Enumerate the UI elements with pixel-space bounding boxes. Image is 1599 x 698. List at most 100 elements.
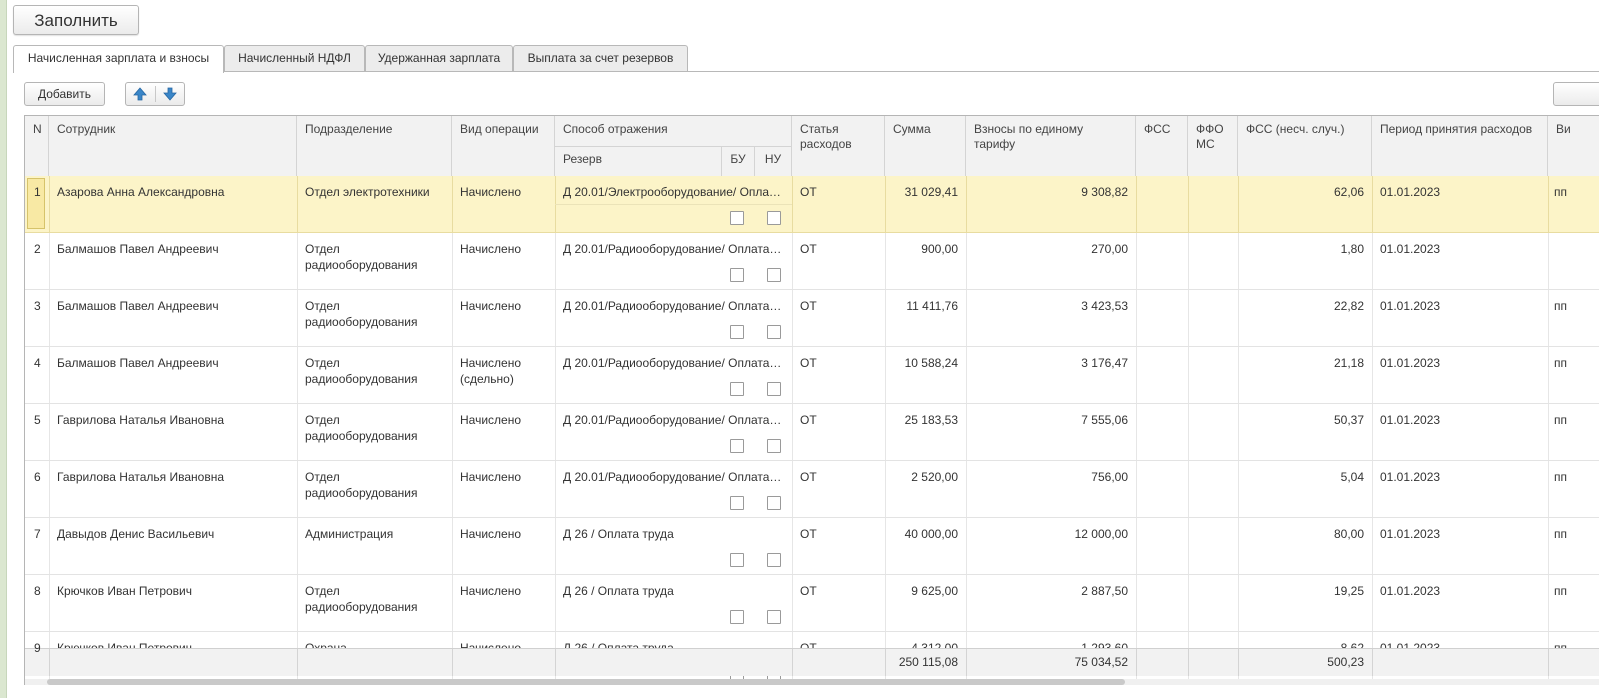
row-reflection[interactable]: Д 20.01/Радиооборудование/ Оплата труда <box>555 461 792 489</box>
row-fss[interactable] <box>1136 290 1188 346</box>
col-bu[interactable]: БУ <box>722 146 755 176</box>
bu-checkbox[interactable] <box>730 496 744 510</box>
add-button[interactable]: Добавить <box>24 82 105 106</box>
row-reflection[interactable]: Д 20.01/Радиооборудование/ Оплата труда <box>555 290 792 318</box>
row-reflection[interactable]: Д 26 / Оплата труда <box>555 575 792 603</box>
row-reflection[interactable]: Д 20.01/Радиооборудование/ Оплата труда <box>555 404 792 432</box>
row-expense-item[interactable]: ОТ <box>792 233 885 289</box>
tab-reserve-payment[interactable]: Выплата за счет резервов <box>513 45 688 72</box>
row-operation[interactable]: Начислено <box>452 290 555 346</box>
row-department[interactable]: Отдел радиооборудования <box>297 461 452 517</box>
row-number[interactable]: 7 <box>25 518 49 574</box>
row-employee[interactable]: Балмашов Павел Андреевич <box>49 347 297 403</box>
row-ffoms[interactable] <box>1188 518 1238 574</box>
col-nu[interactable]: НУ <box>755 146 792 176</box>
tab-withheld-salary[interactable]: Удержанная зарплата <box>365 45 513 72</box>
row-fss[interactable] <box>1136 176 1188 232</box>
row-expense-item[interactable]: ОТ <box>792 575 885 631</box>
row-fss-accident[interactable]: 5,04 <box>1238 461 1372 517</box>
row-expense-period[interactable]: 01.01.2023 <box>1372 518 1548 574</box>
row-fss[interactable] <box>1136 233 1188 289</box>
row-reflection[interactable]: Д 26 / Оплата труда <box>555 518 792 546</box>
col-expense-item[interactable]: Статья расходов <box>792 116 885 176</box>
row-fss-accident[interactable]: 80,00 <box>1238 518 1372 574</box>
row-reflection[interactable]: Д 20.01/Электрооборудование/ Оплата труд… <box>555 176 792 204</box>
row-ffoms[interactable] <box>1188 347 1238 403</box>
row-fss[interactable] <box>1136 518 1188 574</box>
move-down-button[interactable] <box>156 83 185 105</box>
row-department[interactable]: Отдел радиооборудования <box>297 575 452 631</box>
row-amount[interactable]: 9 625,00 <box>885 575 966 631</box>
col-reserve[interactable]: Резерв <box>555 146 722 176</box>
row-operation[interactable]: Начислено (сдельно) <box>452 347 555 403</box>
row-department[interactable]: Отдел радиооборудования <box>297 233 452 289</box>
table-row[interactable]: 6 Гаврилова Наталья Ивановна Отдел радиооб… <box>25 461 1599 518</box>
row-amount[interactable]: 2 520,00 <box>885 461 966 517</box>
bu-checkbox[interactable] <box>730 610 744 624</box>
row-extra[interactable] <box>1548 233 1599 289</box>
row-reflection[interactable]: Д 20.01/Радиооборудование/ Оплата труда <box>555 347 792 375</box>
bu-checkbox[interactable] <box>730 382 744 396</box>
nu-checkbox[interactable] <box>767 325 781 339</box>
row-fss-accident[interactable]: 21,18 <box>1238 347 1372 403</box>
row-number[interactable]: 3 <box>25 290 49 346</box>
bu-checkbox[interactable] <box>730 325 744 339</box>
row-fss[interactable] <box>1136 404 1188 460</box>
row-operation[interactable]: Начислено <box>452 404 555 460</box>
col-operation[interactable]: Вид операции <box>452 116 555 176</box>
col-contributions[interactable]: Взносы по единому тарифу <box>966 116 1136 176</box>
row-fss[interactable] <box>1136 347 1188 403</box>
row-contributions[interactable]: 3 423,53 <box>966 290 1136 346</box>
row-expense-period[interactable]: 01.01.2023 <box>1372 233 1548 289</box>
row-number[interactable]: 2 <box>25 233 49 289</box>
row-employee[interactable]: Балмашов Павел Андреевич <box>49 290 297 346</box>
row-extra[interactable]: пп <box>1548 176 1599 232</box>
col-employee[interactable]: Сотрудник <box>49 116 297 176</box>
tab-accrued-ndfl[interactable]: Начисленный НДФЛ <box>224 45 365 72</box>
tab-accrued-salary[interactable]: Начисленная зарплата и взносы <box>13 45 224 73</box>
row-number[interactable]: 6 <box>25 461 49 517</box>
row-contributions[interactable]: 2 887,50 <box>966 575 1136 631</box>
row-fss-accident[interactable]: 50,37 <box>1238 404 1372 460</box>
horizontal-scrollbar[interactable] <box>25 679 1599 685</box>
row-number[interactable]: 4 <box>25 347 49 403</box>
row-extra[interactable]: пп <box>1548 347 1599 403</box>
row-department[interactable]: Администрация <box>297 518 452 574</box>
row-reflection[interactable]: Д 20.01/Радиооборудование/ Оплата труда <box>555 233 792 261</box>
row-fss[interactable] <box>1136 575 1188 631</box>
bu-checkbox[interactable] <box>730 553 744 567</box>
bu-checkbox[interactable] <box>730 439 744 453</box>
col-fss[interactable]: ФСС <box>1136 116 1188 176</box>
row-ffoms[interactable] <box>1188 575 1238 631</box>
table-row[interactable]: 5 Гаврилова Наталья Ивановна Отдел радиооб… <box>25 404 1599 461</box>
row-extra[interactable]: пп <box>1548 575 1599 631</box>
col-extra[interactable]: Ви <box>1548 116 1599 176</box>
nu-checkbox[interactable] <box>767 553 781 567</box>
row-amount[interactable]: 900,00 <box>885 233 966 289</box>
row-operation[interactable]: Начислено <box>452 575 555 631</box>
row-expense-period[interactable]: 01.01.2023 <box>1372 404 1548 460</box>
row-contributions[interactable]: 756,00 <box>966 461 1136 517</box>
row-department[interactable]: Отдел радиооборудования <box>297 347 452 403</box>
row-extra[interactable]: пп <box>1548 404 1599 460</box>
row-employee[interactable]: Азарова Анна Александровна <box>49 176 297 232</box>
nu-checkbox[interactable] <box>767 211 781 225</box>
row-extra[interactable]: пп <box>1548 518 1599 574</box>
nu-checkbox[interactable] <box>767 268 781 282</box>
col-n[interactable]: N <box>25 116 49 176</box>
row-department[interactable]: Отдел радиооборудования <box>297 290 452 346</box>
row-expense-item[interactable]: ОТ <box>792 404 885 460</box>
row-fss-accident[interactable]: 19,25 <box>1238 575 1372 631</box>
table-row[interactable]: 4 Балмашов Павел Андреевич Отдел радиообор… <box>25 347 1599 404</box>
row-employee[interactable]: Гаврилова Наталья Ивановна <box>49 404 297 460</box>
row-amount[interactable]: 10 588,24 <box>885 347 966 403</box>
bu-checkbox[interactable] <box>730 268 744 282</box>
nu-checkbox[interactable] <box>767 610 781 624</box>
row-number[interactable]: 8 <box>25 575 49 631</box>
table-row[interactable]: 8 Крючков Иван Петрович Отдел радиооборудо… <box>25 575 1599 632</box>
nu-checkbox[interactable] <box>767 496 781 510</box>
row-operation[interactable]: Начислено <box>452 233 555 289</box>
horizontal-scrollbar-thumb[interactable] <box>47 679 1125 685</box>
col-expense-period[interactable]: Период принятия расходов <box>1372 116 1548 176</box>
row-amount[interactable]: 40 000,00 <box>885 518 966 574</box>
